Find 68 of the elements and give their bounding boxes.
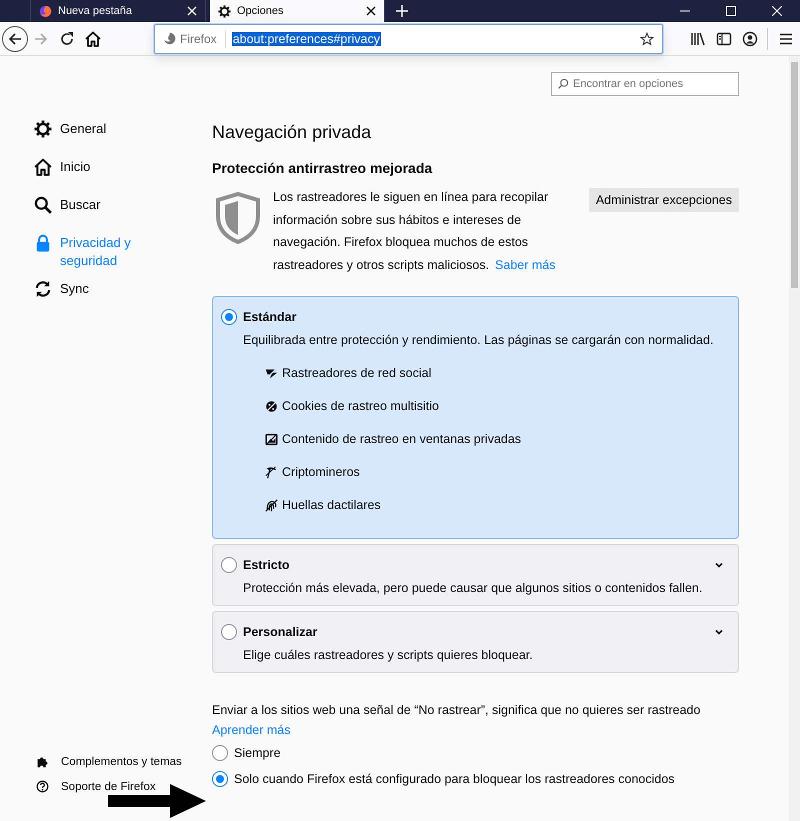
gear-icon (34, 120, 52, 138)
firefox-icon (39, 4, 52, 18)
option-description: Protección más elevada, pero puede causar que algunos sitios o contenidos fallen. (243, 581, 704, 595)
sidebar-item[interactable]: Buscar (34, 196, 174, 224)
search-icon (34, 196, 52, 214)
firefox-icon (163, 32, 176, 45)
new-tab-icon[interactable] (395, 4, 409, 18)
close-icon[interactable] (366, 6, 376, 16)
puzzle-icon (36, 755, 49, 768)
reload-icon[interactable] (59, 30, 75, 46)
feature-label: Huellas dactilares (282, 498, 381, 512)
option-title: Personalizar (243, 625, 318, 639)
blocked-content-icon (265, 432, 278, 446)
option-card[interactable]: Personalizar Elige cuáles rastreadores y scripts quieres bloquear. (212, 611, 739, 673)
url-text: about:preferences#privacy (232, 32, 381, 46)
identity-label: Firefox (180, 32, 217, 46)
lock-icon (34, 234, 52, 252)
radio-button[interactable] (212, 771, 228, 787)
sidebar-link[interactable]: Soporte de Firefox (34, 780, 212, 793)
browser-tab[interactable]: Opciones (210, 0, 385, 22)
maximize-icon[interactable] (726, 6, 736, 16)
option-description: Equilibrada entre protección y rendimiento. Las páginas se cargarán con normalidad. (243, 333, 714, 347)
help-icon (36, 780, 49, 793)
scrollbar[interactable] (789, 56, 800, 821)
address-bar[interactable]: Firefox about:preferences#privacy (154, 24, 663, 54)
radio-button[interactable] (212, 745, 228, 761)
option-description: Elige cuáles rastreadores y scripts quieres bloquear. (243, 648, 534, 662)
shield-icon (215, 192, 261, 244)
radio-button[interactable] (221, 309, 237, 325)
section-title: Protección antirrastreo mejorada (212, 160, 434, 176)
blocked-miner-icon (265, 466, 278, 478)
blocked-cookie-icon (265, 400, 278, 412)
chevron-icon[interactable] (714, 560, 724, 570)
back-button[interactable] (2, 26, 28, 52)
feature-label: Rastreadores de red social (282, 366, 432, 380)
radio-button[interactable] (221, 624, 237, 640)
dnt-description: Enviar a los sitios web una señal de “No rastrear”, significa que no quieres ser rastreado (212, 703, 702, 717)
sync-icon (34, 280, 52, 298)
home-icon[interactable] (85, 30, 101, 46)
sidebar-item[interactable]: Inicio (34, 158, 174, 186)
star-icon[interactable] (640, 32, 654, 46)
sidebar-icon[interactable] (716, 30, 732, 46)
sidebar-item[interactable]: Sync (34, 280, 174, 308)
chevron-icon[interactable] (714, 627, 724, 637)
search-field[interactable]: Encontrar en opciones (551, 72, 739, 96)
option-card[interactable]: Estricto Protección más elevada, pero puede causar que algunos sitios o contenidos fallen. (212, 544, 739, 606)
radio-label: Siempre (234, 746, 281, 760)
library-icon[interactable] (690, 30, 706, 46)
search-icon (558, 78, 569, 89)
gear-icon (218, 4, 231, 18)
sidebar-item[interactable]: General (34, 120, 174, 148)
back-arrow-icon (7, 30, 23, 46)
manage-exceptions-button[interactable]: Administrar excepciones (588, 188, 739, 212)
radio-label: Solo cuando Firefox está configurado para bloquear los rastreadores conocidos (234, 772, 675, 786)
house-icon (34, 158, 52, 176)
option-card[interactable] (212, 296, 739, 539)
feature-label: Criptomineros (282, 465, 360, 479)
account-icon[interactable] (742, 30, 758, 46)
option-title: Estricto (243, 558, 290, 572)
page-heading: Navegación privada (212, 122, 372, 143)
feature-label: Cookies de rastreo multisitio (282, 399, 440, 413)
feature-label: Contenido de rastreo en ventanas privadas (282, 432, 522, 446)
sidebar-link[interactable]: Complementos y temas (34, 755, 212, 768)
blocked-fingerprint-icon (265, 498, 278, 512)
description-text: Los rastreadores le siguen en línea para recopilar información sobre sus hábitos e intereses de navegación. Firefox bloquea muchos de estos rastreadores y otros scripts maliciosos. Saber más (273, 189, 556, 274)
radio-button[interactable] (221, 557, 237, 573)
option-title: Estándar (243, 310, 296, 324)
blocked-social-icon (265, 366, 278, 380)
